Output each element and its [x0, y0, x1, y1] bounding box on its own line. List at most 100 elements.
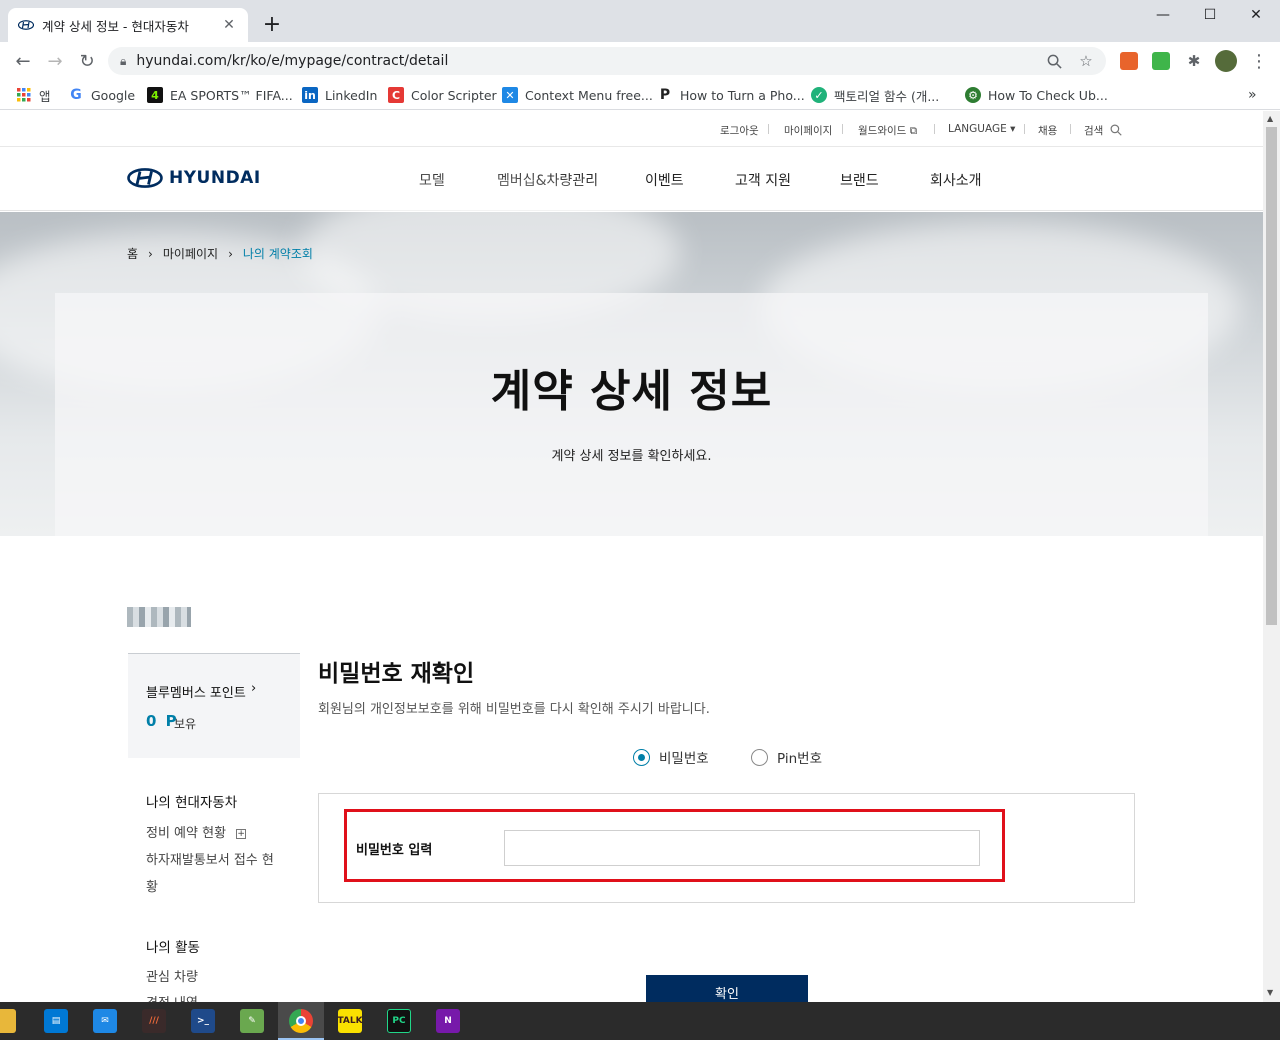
bookmark-star-icon[interactable]: ☆	[1076, 51, 1096, 71]
sidebar-section-my-activity: 나의 활동	[146, 940, 200, 956]
recruit-link[interactable]: 채용	[1038, 123, 1057, 138]
search-link[interactable]: 검색	[1084, 123, 1122, 138]
blurred-username	[127, 607, 191, 627]
tab-close-icon[interactable]: ✕	[220, 17, 238, 33]
linkedin-icon: in	[302, 87, 318, 103]
bookmark-how-to-turn[interactable]: P How to Turn a Pho...	[657, 85, 805, 105]
maximize-button[interactable]: ☐	[1187, 0, 1233, 30]
scroll-up-icon[interactable]: ▲	[1267, 114, 1273, 123]
points-card[interactable]: 블루멤버스 포인트 › 0 P 보유	[128, 653, 300, 758]
breadcrumb: 홈 › 마이페이지 › 나의 계약조회	[127, 245, 323, 262]
bookmark-color-scripter[interactable]: C Color Scripter	[388, 85, 497, 105]
sidebar-item-service-reservation[interactable]: 정비 예약 현황 +	[146, 821, 247, 847]
sidebar-item-favorite-cars[interactable]: 관심 차량	[146, 965, 198, 991]
store-icon[interactable]: ▤	[44, 1009, 68, 1033]
bookmark-ubuntu[interactable]: ⚙ How To Check Ub...	[965, 85, 1108, 105]
chevron-right-icon: ›	[228, 246, 233, 261]
language-dropdown[interactable]: LANGUAGE ▾	[948, 123, 1015, 135]
powershell-icon[interactable]: >_	[191, 1009, 215, 1033]
breadcrumb-home[interactable]: 홈	[127, 245, 138, 262]
extension-green-icon[interactable]	[1152, 52, 1170, 70]
windows-taskbar: ▤ ✉ /// >_ ✎ TALK PC N	[0, 1002, 1280, 1040]
tab-title: 계약 상세 정보 - 현대자동차	[42, 18, 189, 34]
mypage-link[interactable]: 마이페이지	[784, 123, 832, 138]
hyundai-emblem-icon	[127, 168, 163, 188]
sidebar-item-defect-report[interactable]: 하자재발통보서 접수 현	[146, 848, 274, 874]
extension-rx-icon[interactable]	[1120, 52, 1138, 70]
radio-label: Pin번호	[777, 751, 822, 767]
bookmark-factorial[interactable]: ✓ 팩토리얼 함수 (개...	[811, 85, 939, 105]
kakaotalk-icon[interactable]: TALK	[337, 1009, 363, 1033]
notepad-icon[interactable]: ✎	[240, 1009, 264, 1033]
radio-label: 비밀번호	[659, 751, 709, 767]
bookmarks-overflow-icon[interactable]: »	[1248, 85, 1257, 105]
password-input[interactable]	[504, 830, 980, 866]
logo-wordmark: HYUNDAI	[169, 168, 261, 188]
menu-brand[interactable]: 브랜드	[840, 170, 879, 190]
context-menu-icon: ✕	[502, 87, 518, 103]
bookmark-context-menu[interactable]: ✕ Context Menu free...	[502, 85, 653, 105]
radio-password[interactable]: 비밀번호	[633, 747, 709, 767]
extensions-puzzle-icon[interactable]: ✱	[1183, 50, 1205, 72]
new-tab-button[interactable]: +	[260, 12, 284, 38]
divider	[842, 124, 843, 134]
search-icon	[1110, 124, 1122, 136]
confirm-button[interactable]: 확인	[646, 975, 808, 1002]
sidebar-item-quote-history[interactable]: 견적 내역	[146, 991, 198, 1002]
menu-support[interactable]: 고객 지원	[735, 170, 791, 190]
worldwide-label: 월드와이드	[858, 125, 907, 137]
logout-link[interactable]: 로그아웃	[720, 123, 759, 138]
language-label: LANGUAGE	[948, 123, 1007, 135]
menu-company[interactable]: 회사소개	[930, 170, 982, 190]
winrar-icon[interactable]: ///	[142, 1009, 166, 1033]
worldwide-link[interactable]: 월드와이드 ⧉	[858, 123, 917, 138]
back-arrow-icon[interactable]: ←	[12, 50, 34, 72]
search-label: 검색	[1084, 125, 1104, 137]
profile-avatar[interactable]	[1215, 50, 1237, 72]
sidebar-item-defect-report-cont[interactable]: 황	[146, 875, 158, 901]
chrome-icon[interactable]	[289, 1009, 313, 1033]
page-title: 계약 상세 정보	[490, 366, 773, 417]
zoom-search-icon[interactable]	[1044, 51, 1064, 71]
section-description: 회원님의 개인정보보호를 위해 비밀번호를 다시 확인해 주시기 바랍니다.	[318, 702, 710, 717]
scrollbar-thumb[interactable]	[1266, 127, 1277, 625]
bookmark-label: Google	[91, 87, 136, 103]
bookmark-apps[interactable]: 앱	[16, 85, 51, 105]
bookmark-linkedin[interactable]: in LinkedIn	[302, 85, 377, 105]
bookmark-fifa[interactable]: 4 EA SPORTS™ FIFA...	[147, 85, 293, 105]
pycharm-icon[interactable]: PC	[387, 1009, 411, 1033]
browser-menu-icon[interactable]: ⋮	[1248, 50, 1270, 72]
browser-tab[interactable]: 계약 상세 정보 - 현대자동차 ✕	[8, 8, 248, 42]
menu-events[interactable]: 이벤트	[645, 170, 684, 190]
factorial-icon: ✓	[811, 87, 827, 103]
reload-icon[interactable]: ↻	[76, 50, 98, 72]
page-scrollbar[interactable]: ▲ ▼	[1263, 111, 1280, 1002]
sidebar-section-my-hyundai: 나의 현대자동차	[146, 795, 238, 811]
hyundai-favicon-icon	[18, 17, 34, 33]
bookmark-label: 앱	[39, 88, 51, 104]
breadcrumb-current: 나의 계약조회	[242, 247, 313, 261]
web-page: 로그아웃 마이페이지 월드와이드 ⧉ LANGUAGE ▾ 채용 검색 HYUN…	[0, 111, 1263, 1002]
radio-pin[interactable]: Pin번호	[751, 747, 822, 767]
breadcrumb-mypage[interactable]: 마이페이지	[163, 245, 218, 262]
forward-arrow-icon[interactable]: →	[44, 50, 66, 72]
mail-icon[interactable]: ✉	[93, 1009, 117, 1033]
hyundai-logo[interactable]: HYUNDAI	[127, 168, 261, 188]
password-label: 비밀번호 입력	[356, 843, 433, 858]
radio-unselected-icon	[751, 748, 768, 766]
file-explorer-icon[interactable]	[0, 1009, 16, 1033]
address-bar[interactable]: 🔒︎ hyundai.com/kr/ko/e/mypage/contract/d…	[108, 47, 1106, 75]
divider	[768, 124, 769, 134]
bookmark-google[interactable]: G Google	[68, 85, 135, 105]
bookmark-label: Context Menu free...	[525, 87, 653, 103]
section-title: 비밀번호 재확인	[318, 661, 475, 687]
minimize-button[interactable]: —	[1140, 0, 1186, 30]
divider	[1024, 124, 1025, 134]
ubuntu-icon: ⚙	[965, 87, 981, 103]
onenote-icon[interactable]: N	[436, 1009, 460, 1033]
sidebar-item-label: 정비 예약 현황	[146, 826, 227, 841]
expand-plus-icon[interactable]: +	[236, 829, 247, 839]
scroll-down-icon[interactable]: ▼	[1267, 988, 1273, 997]
chevron-right-icon: ›	[148, 246, 153, 261]
close-window-button[interactable]: ✕	[1233, 0, 1279, 30]
